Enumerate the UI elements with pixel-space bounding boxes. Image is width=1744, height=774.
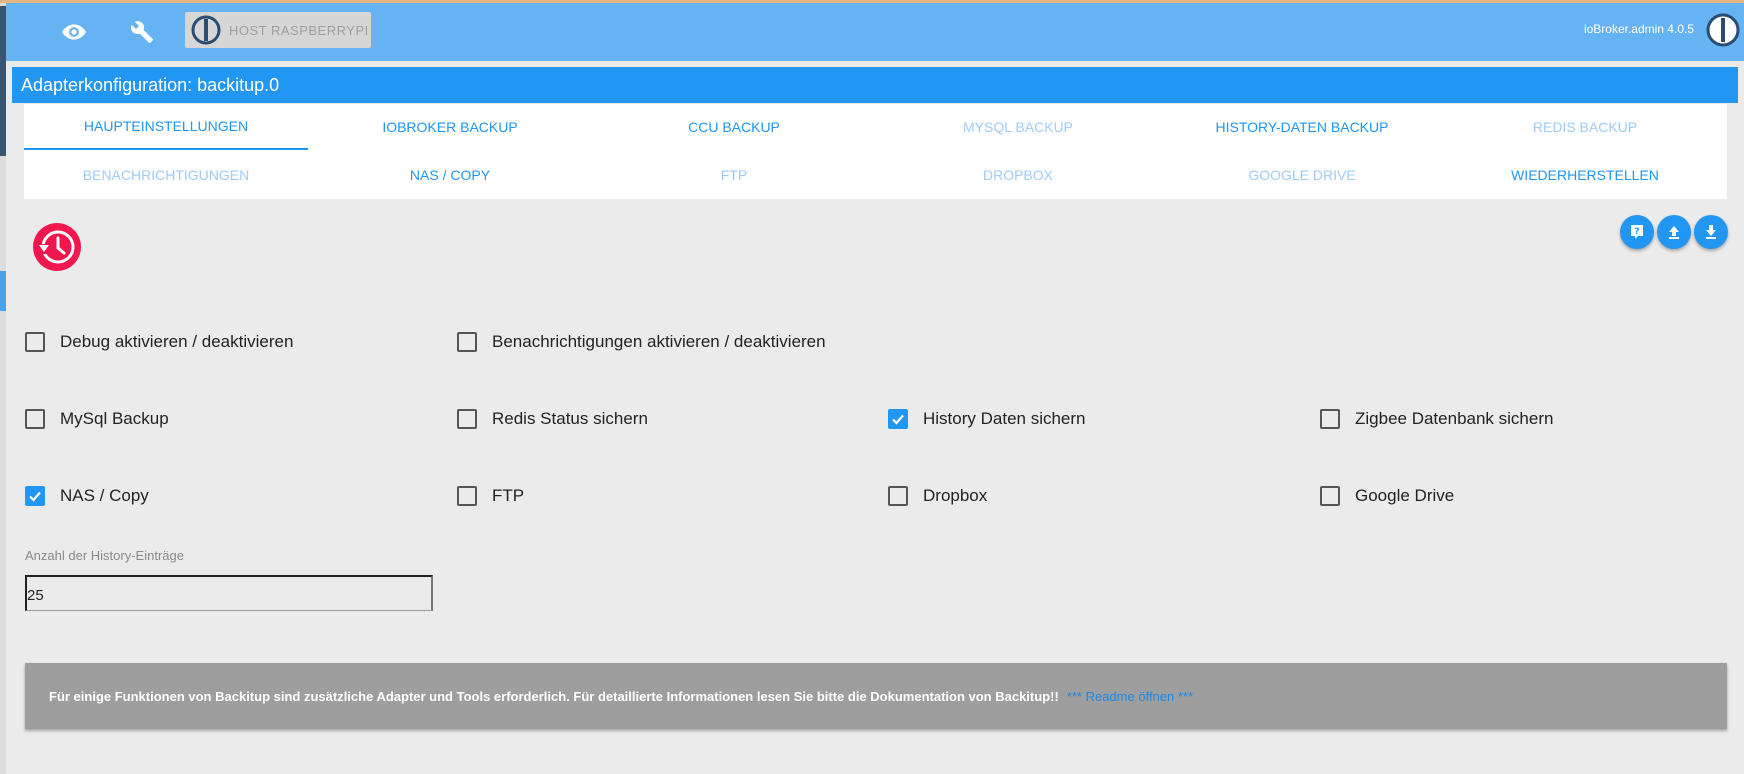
tab-redis-backup[interactable]: Redis Backup [1443, 104, 1727, 150]
checkbox-box[interactable] [457, 409, 477, 429]
readme-link[interactable]: *** Readme öffnen *** [1067, 689, 1193, 704]
checkbox-label: Debug aktivieren / deaktivieren [60, 332, 294, 351]
checkbox-label: Redis Status sichern [492, 409, 648, 428]
checkbox-nas-copy[interactable]: NAS / Copy [25, 484, 149, 508]
help-icon: ? [1631, 225, 1643, 239]
tab-bar: Haupteinstellungen ioBroker Backup CCU B… [24, 104, 1727, 199]
host-label: HOST RASPBERRYPI [229, 22, 369, 38]
checkbox-debug[interactable]: Debug aktivieren / deaktivieren [25, 330, 293, 354]
wrench-icon[interactable] [122, 13, 162, 51]
checkbox-ftp[interactable]: FTP [457, 484, 524, 508]
checkbox-redis-status[interactable]: Redis Status sichern [457, 407, 648, 431]
tab-mysql-backup[interactable]: MySQL Backup [876, 104, 1160, 150]
tab-nas-copy[interactable]: NAS / Copy [308, 152, 592, 198]
checkbox-google-drive[interactable]: Google Drive [1320, 484, 1454, 508]
checkbox-label: NAS / Copy [60, 486, 149, 505]
tab-benachrichtigungen[interactable]: Benachrichtigungen [24, 152, 308, 198]
upload-button[interactable] [1657, 215, 1691, 249]
checkbox-mysql-backup[interactable]: MySql Backup [25, 407, 169, 431]
checkbox-label: FTP [492, 486, 525, 505]
backitup-logo-icon [33, 223, 81, 271]
checkbox-box[interactable] [1320, 409, 1340, 429]
info-banner: Für einige Funktionen von Backitup sind … [25, 663, 1727, 729]
checkbox-box[interactable] [457, 486, 477, 506]
help-button[interactable]: ? [1620, 215, 1654, 249]
version-label: ioBroker.admin 4.0.5 [1583, 22, 1694, 36]
checkbox-dropbox[interactable]: Dropbox [888, 484, 987, 508]
history-count-label: Anzahl der History-Einträge [25, 548, 184, 563]
checkbox-label: MySql Backup [60, 409, 169, 428]
download-button[interactable] [1694, 215, 1728, 249]
tab-dropbox[interactable]: Dropbox [876, 152, 1160, 198]
left-edge-strip [0, 3, 6, 774]
svg-text:?: ? [1634, 227, 1639, 237]
history-count-input[interactable] [25, 575, 433, 611]
checkbox-history-daten[interactable]: History Daten sichern [888, 407, 1086, 431]
checkbox-label: Zigbee Datenbank sichern [1355, 409, 1554, 428]
checkbox-box[interactable] [25, 409, 45, 429]
checkbox-box[interactable] [457, 332, 477, 352]
checkbox-benachrichtigungen[interactable]: Benachrichtigungen aktivieren / deaktivi… [457, 330, 826, 354]
checkbox-box[interactable] [888, 486, 908, 506]
tab-ftp[interactable]: FTP [592, 152, 876, 198]
iobroker-logo-icon[interactable] [1706, 13, 1740, 47]
tab-haupteinstellungen[interactable]: Haupteinstellungen [24, 104, 308, 150]
info-text: Für einige Funktionen von Backitup sind … [49, 688, 1059, 704]
upload-icon [1669, 226, 1679, 239]
checkbox-checked[interactable] [25, 486, 45, 506]
iobroker-logo-icon [191, 15, 221, 45]
checkbox-zigbee-datenbank[interactable]: Zigbee Datenbank sichern [1320, 407, 1553, 431]
checkbox-label: Dropbox [923, 486, 988, 505]
tab-google-drive[interactable]: Google Drive [1160, 152, 1444, 198]
tab-iobroker-backup[interactable]: ioBroker Backup [308, 104, 592, 150]
page-title: Adapterkonfiguration: backitup.0 [12, 67, 1738, 103]
checkbox-label: Benachrichtigungen aktivieren / deaktivi… [492, 332, 826, 351]
tab-ccu-backup[interactable]: CCU Backup [592, 104, 876, 150]
tab-history-daten-backup[interactable]: History-Daten Backup [1160, 104, 1444, 150]
host-button[interactable]: HOST RASPBERRYPI [185, 12, 371, 48]
tab-wiederherstellen[interactable]: Wiederherstellen [1443, 152, 1727, 198]
checkbox-box[interactable] [1320, 486, 1340, 506]
eye-icon[interactable] [54, 13, 94, 51]
checkbox-label: History Daten sichern [923, 409, 1086, 428]
download-icon [1706, 225, 1716, 239]
checkbox-label: Google Drive [1355, 486, 1455, 505]
top-bar: HOST RASPBERRYPI ioBroker.admin 4.0.5 [6, 3, 1744, 61]
checkbox-box[interactable] [25, 332, 45, 352]
checkbox-checked[interactable] [888, 409, 908, 429]
